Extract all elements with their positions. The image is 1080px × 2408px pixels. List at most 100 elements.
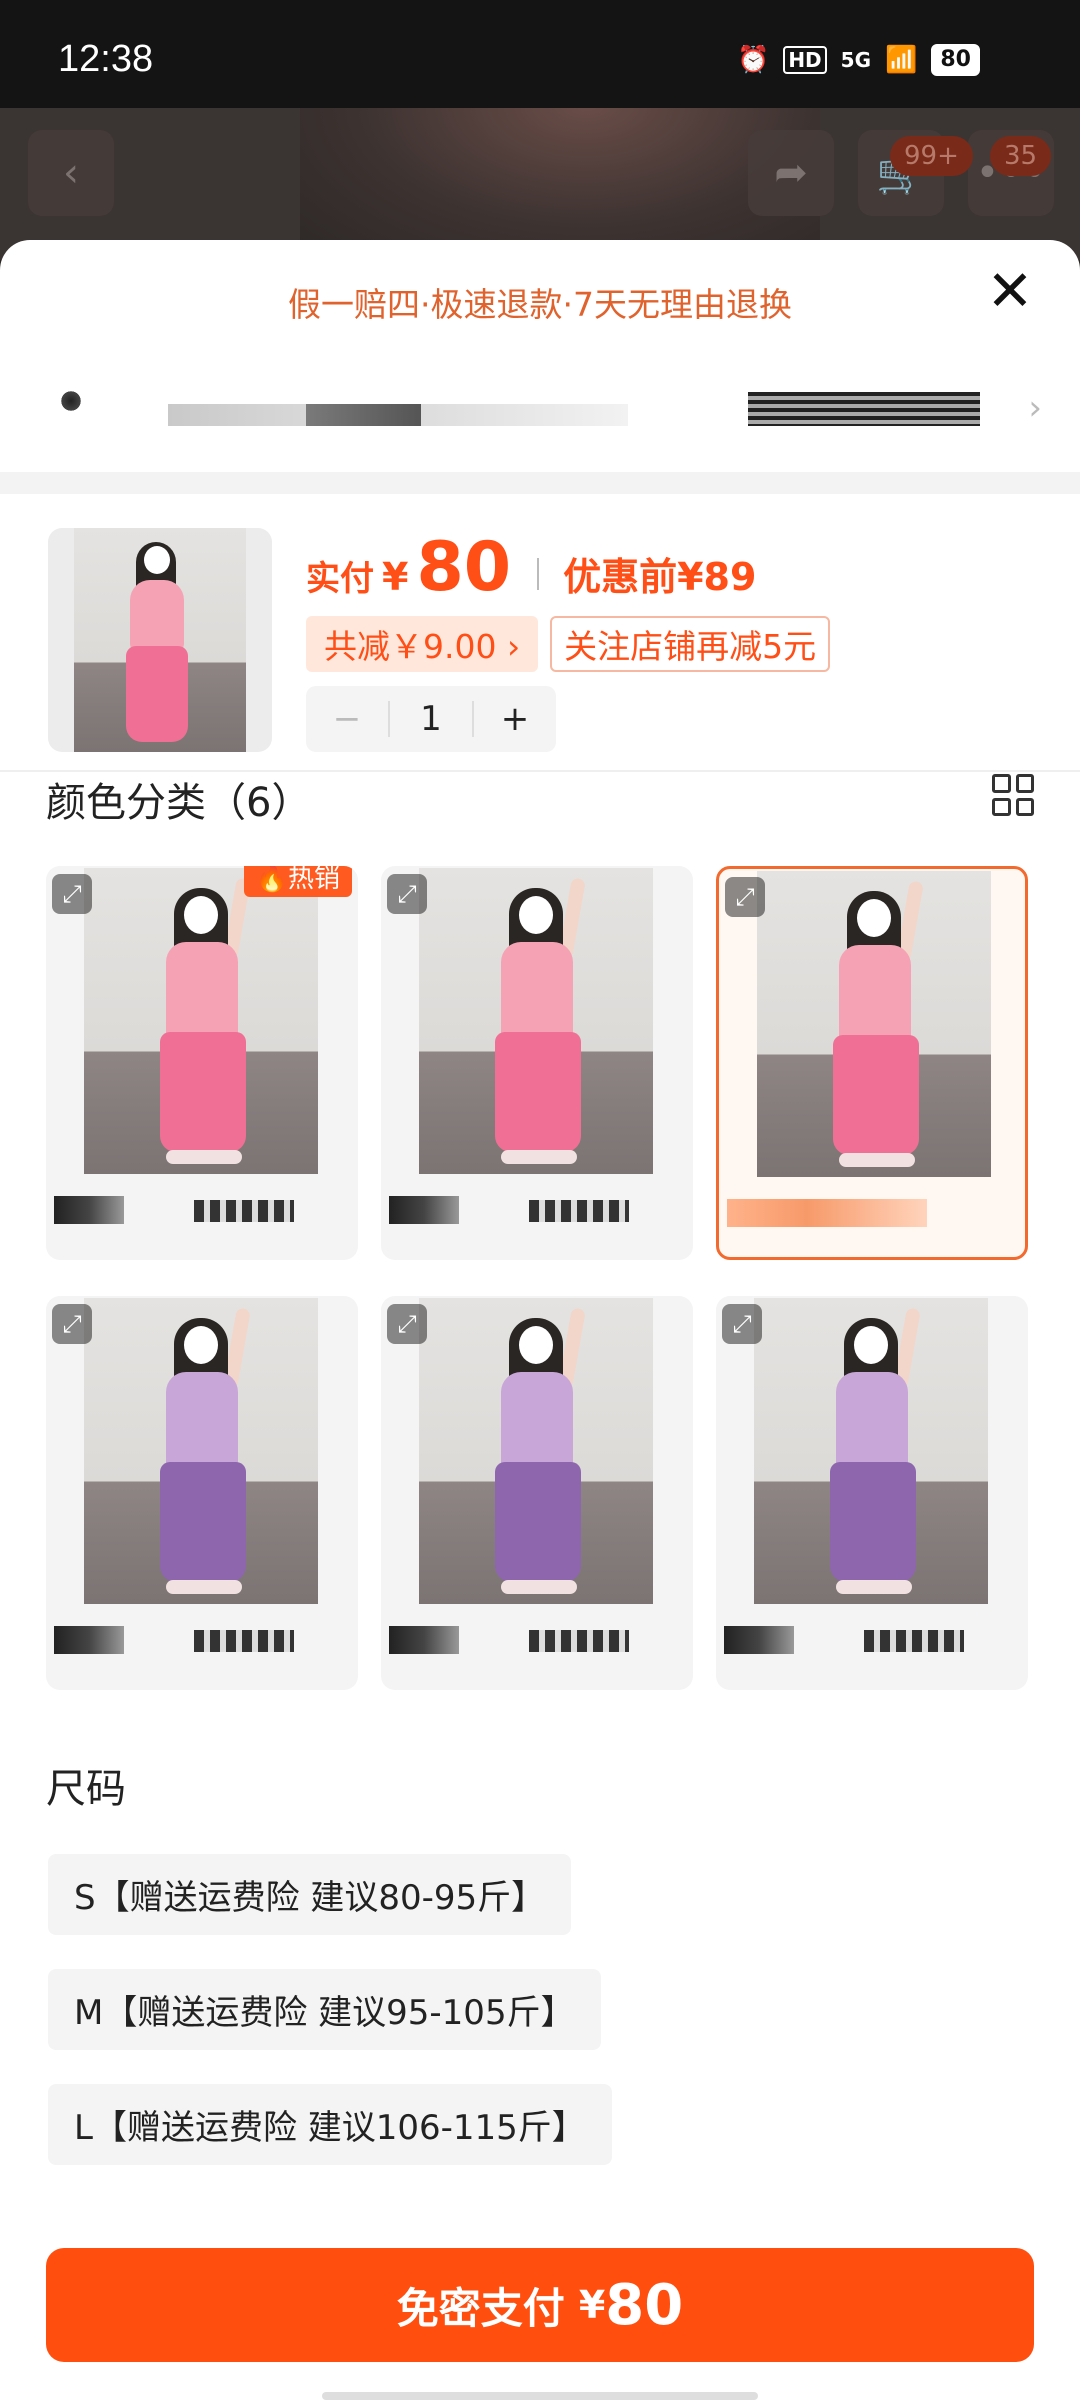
status-icons: ⏰ HD 5G 📶 80: [737, 44, 980, 76]
expand-icon[interactable]: ⤢: [722, 1304, 762, 1344]
grid-view-icon[interactable]: [992, 774, 1034, 816]
person-pants: [830, 1462, 916, 1582]
person-pants: [160, 1032, 246, 1152]
size-option-l[interactable]: L【赠送运费险 建议106-115斤】: [48, 2084, 612, 2165]
sku-selection-sheet: 假一赔四·极速退款·7天无理由退换 ✕ › 实付 ¥ 80 优惠前¥89 共减￥…: [0, 240, 1080, 2408]
person-top: [501, 942, 573, 1038]
color-option-3[interactable]: ⤢: [716, 866, 1028, 1260]
pay-button-price: 80: [605, 2272, 684, 2338]
size-options: S【赠送运费险 建议80-95斤】 M【赠送运费险 建议95-105斤】 L【赠…: [48, 1854, 612, 2199]
color-option-label-redacted: [727, 1199, 1017, 1227]
person-shoes: [839, 1153, 915, 1167]
person-top: [836, 1372, 908, 1468]
shop-name-redacted: [168, 404, 628, 426]
message-badge: 35: [990, 136, 1052, 176]
increase-button[interactable]: +: [474, 699, 556, 739]
battery-icon: 80: [931, 44, 980, 76]
original-price: 优惠前¥89: [563, 555, 757, 599]
status-bar: 12:38 ⏰ HD 5G 📶 80: [0, 0, 1080, 108]
scroll-fade: [0, 2170, 1080, 2202]
color-option-label-redacted: [54, 1626, 344, 1654]
color-option-photo: [754, 1298, 988, 1604]
person-face: [519, 896, 553, 934]
status-time: 12:38: [58, 38, 154, 80]
shop-avatar: [54, 384, 88, 418]
color-option-2[interactable]: ⤢: [381, 866, 693, 1260]
expand-icon[interactable]: ⤢: [387, 874, 427, 914]
cart-badge: 99+: [890, 136, 973, 176]
expand-icon[interactable]: ⤢: [52, 874, 92, 914]
color-option-5[interactable]: ⤢: [381, 1296, 693, 1690]
size-option-s[interactable]: S【赠送运费险 建议80-95斤】: [48, 1854, 572, 1935]
follow-shop-chip[interactable]: 关注店铺再减5元: [550, 616, 831, 672]
color-option-label-redacted: [724, 1626, 1014, 1654]
color-option-photo: [84, 1298, 318, 1604]
color-option-6[interactable]: ⤢: [716, 1296, 1028, 1690]
quantity-value[interactable]: 1: [388, 701, 474, 737]
person-top: [166, 942, 238, 1038]
person-face: [519, 1326, 553, 1364]
expand-icon[interactable]: ⤢: [387, 1304, 427, 1344]
price-divider: [537, 558, 540, 590]
color-section-title: 颜色分类（6）: [46, 780, 312, 826]
final-price: 80: [416, 528, 512, 607]
total-discount-chip[interactable]: 共减￥9.00 ›: [306, 616, 539, 672]
color-option-photo: [84, 868, 318, 1174]
person-shoes: [501, 1150, 577, 1164]
color-option-photo: [419, 868, 653, 1174]
home-indicator[interactable]: [322, 2392, 758, 2400]
signal-icon: 5G: [840, 48, 871, 72]
size-option-m[interactable]: M【赠送运费险 建议95-105斤】: [48, 1969, 601, 2050]
person-pants: [495, 1462, 581, 1582]
pay-label: 实付: [306, 559, 374, 599]
color-option-photo: [757, 871, 991, 1177]
quantity-stepper: − 1 +: [306, 686, 556, 752]
color-option-label-redacted: [389, 1196, 679, 1224]
person-pants: [495, 1032, 581, 1152]
color-option-label-redacted: [389, 1626, 679, 1654]
color-option-4[interactable]: ⤢: [46, 1296, 358, 1690]
color-options-grid: ⤢ 🔥热销 ⤢ ⤢ ⤢ ⤢ ⤢: [46, 866, 1036, 1690]
pay-button[interactable]: 免密支付 ¥ 80: [46, 2248, 1034, 2362]
person-top: [839, 945, 911, 1041]
person-shoes: [166, 1580, 242, 1594]
person-shoes: [501, 1580, 577, 1594]
share-icon: ➦: [748, 130, 834, 216]
guarantee-banner: 假一赔四·极速退款·7天无理由退换: [288, 285, 792, 324]
person-pants: [160, 1462, 246, 1582]
person-top: [501, 1372, 573, 1468]
person-face: [184, 896, 218, 934]
hot-sale-badge: 🔥热销: [243, 866, 352, 897]
wifi-icon: 📶: [885, 45, 918, 75]
pay-button-label: 免密支付: [396, 2283, 565, 2333]
person-face: [144, 546, 170, 574]
person-shoes: [166, 1150, 242, 1164]
shop-info-row[interactable]: ›: [0, 362, 1080, 452]
price-row: 实付 ¥ 80 优惠前¥89: [306, 528, 756, 607]
color-option-photo: [419, 1298, 653, 1604]
expand-icon[interactable]: ⤢: [52, 1304, 92, 1344]
expand-icon[interactable]: ⤢: [725, 877, 765, 917]
pay-button-currency: ¥: [578, 2283, 606, 2327]
product-thumbnail[interactable]: [48, 528, 272, 752]
shop-info-redacted: [748, 392, 980, 426]
person-face: [854, 1326, 888, 1364]
chevron-right-icon: ›: [1028, 388, 1042, 428]
back-icon: ‹: [28, 130, 114, 216]
person-shoes: [836, 1580, 912, 1594]
color-option-label-redacted: [54, 1196, 344, 1224]
close-icon[interactable]: ✕: [982, 264, 1038, 320]
person-face: [184, 1326, 218, 1364]
person-top: [166, 1372, 238, 1468]
product-summary: 实付 ¥ 80 优惠前¥89 共减￥9.00 › 关注店铺再减5元 − 1 +: [0, 528, 1080, 768]
person-pants: [833, 1035, 919, 1155]
person-face: [857, 899, 891, 937]
currency-symbol: ¥: [382, 555, 409, 599]
person-pants: [126, 646, 188, 742]
size-section-title: 尺码: [46, 1766, 126, 1812]
discount-chips: 共减￥9.00 › 关注店铺再减5元: [306, 616, 831, 672]
thumbnail-photo: [74, 528, 246, 752]
decrease-button[interactable]: −: [306, 699, 388, 739]
color-option-1[interactable]: ⤢ 🔥热销: [46, 866, 358, 1260]
hd-icon: HD: [783, 46, 827, 74]
